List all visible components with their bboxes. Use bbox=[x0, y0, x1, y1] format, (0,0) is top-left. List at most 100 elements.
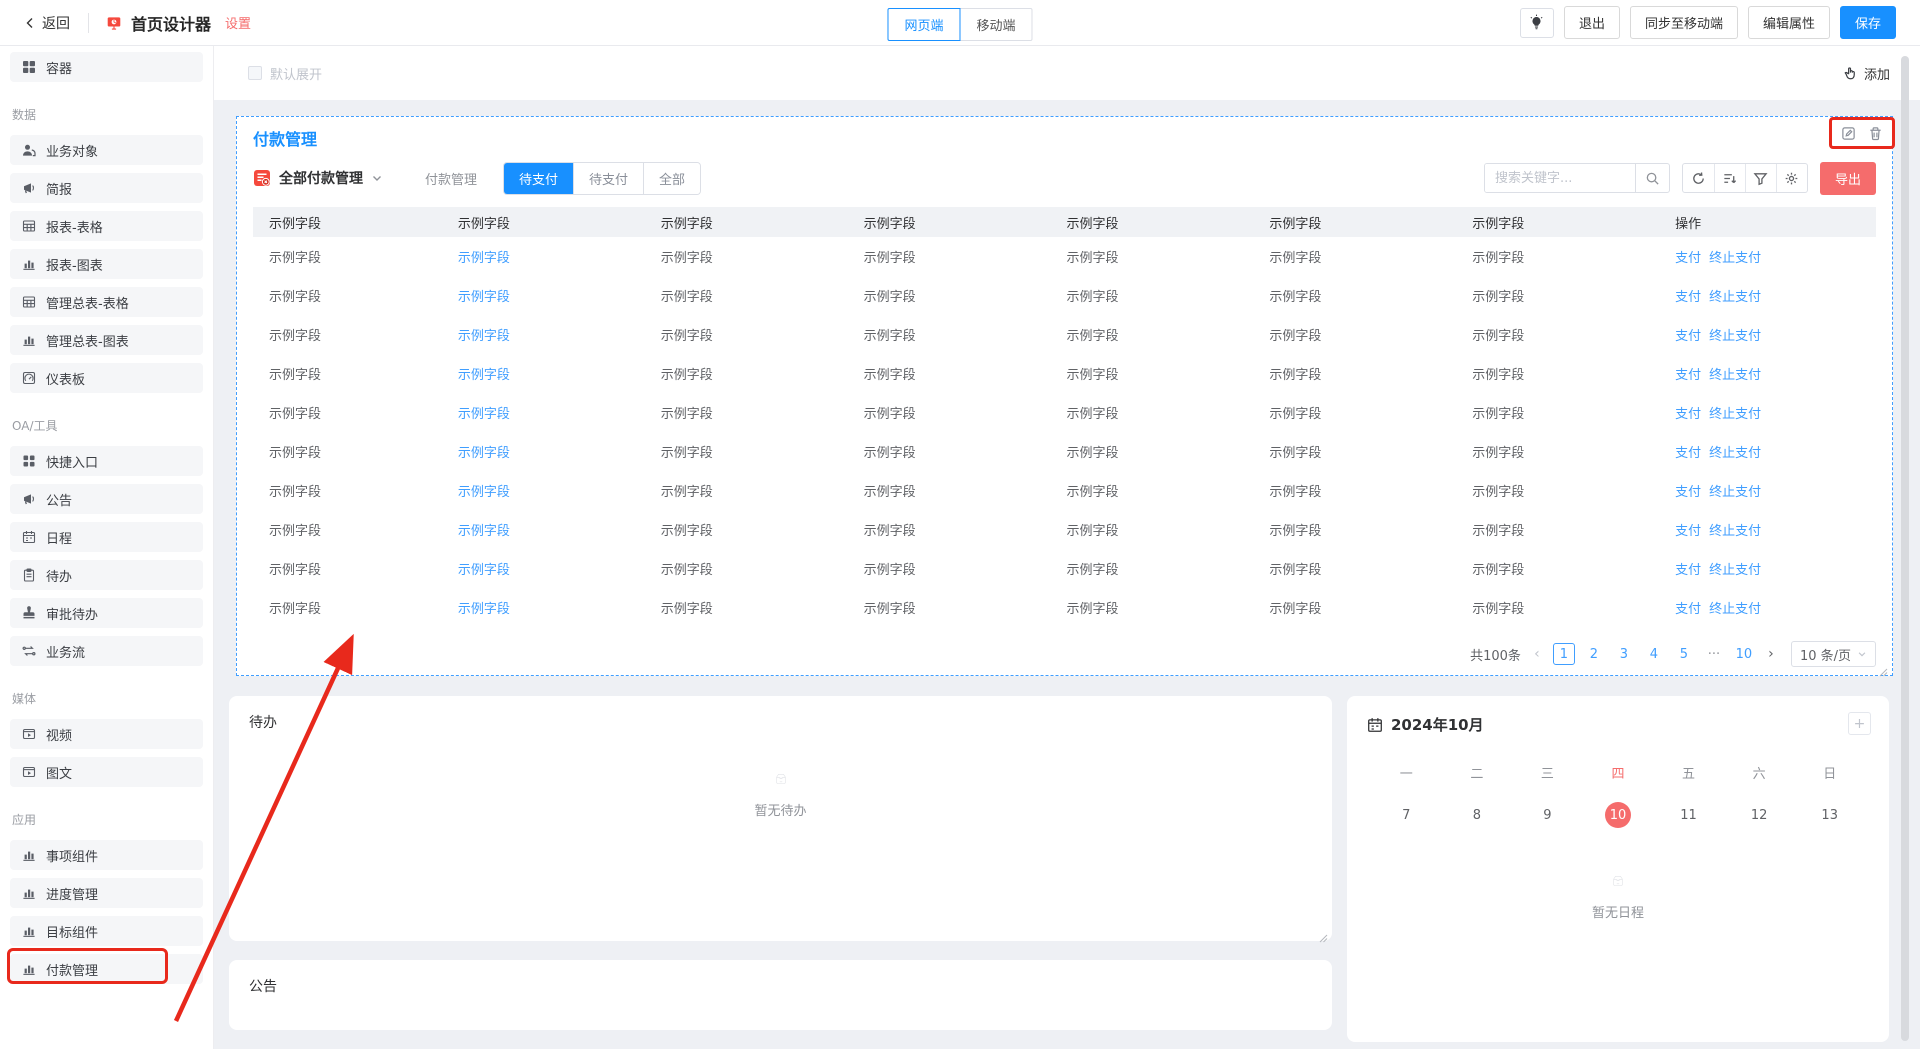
next-page-icon[interactable]: › bbox=[1763, 646, 1779, 662]
edit-properties-button[interactable]: 编辑属性 bbox=[1748, 6, 1830, 39]
sidebar-item-quick-entry[interactable]: 快捷入口 bbox=[10, 446, 203, 476]
filter-tab-2[interactable]: 全部 bbox=[643, 163, 700, 194]
sidebar-item-video[interactable]: 视频 bbox=[10, 719, 203, 749]
table-cell[interactable]: 示例字段 bbox=[456, 403, 659, 422]
sidebar-item-todo[interactable]: 待办 bbox=[10, 560, 203, 590]
settings-link[interactable]: 设置 bbox=[225, 13, 251, 32]
sync-to-mobile-button[interactable]: 同步至移动端 bbox=[1630, 6, 1738, 39]
action-link[interactable]: 终止支付 bbox=[1709, 442, 1761, 461]
prev-page-icon[interactable]: ‹ bbox=[1529, 646, 1545, 662]
sidebar-item-dashboard[interactable]: 仪表板 bbox=[10, 363, 203, 393]
action-link[interactable]: 支付 bbox=[1675, 442, 1701, 461]
add-schedule-button[interactable]: + bbox=[1848, 712, 1871, 735]
action-link[interactable]: 终止支付 bbox=[1709, 403, 1761, 422]
table-cell[interactable]: 示例字段 bbox=[456, 325, 659, 344]
page-1[interactable]: 1 bbox=[1553, 643, 1575, 665]
sidebar-item-announcement[interactable]: 公告 bbox=[10, 484, 203, 514]
sidebar-item-schedule[interactable]: 日程 bbox=[10, 522, 203, 552]
table-cell[interactable]: 示例字段 bbox=[456, 598, 659, 617]
theme-bulb-button[interactable] bbox=[1520, 8, 1554, 38]
sidebar-item-container[interactable]: 容器 bbox=[10, 52, 203, 82]
data-source-select[interactable]: 全部付款管理 bbox=[253, 168, 383, 188]
sidebar-item-summary-chart[interactable]: 管理总表-图表 bbox=[10, 325, 203, 355]
table-cell[interactable]: 示例字段 bbox=[456, 481, 659, 500]
sidebar-item-approval-todo[interactable]: 审批待办 bbox=[10, 598, 203, 628]
sidebar-item-image-text[interactable]: 图文 bbox=[10, 757, 203, 787]
action-link[interactable]: 终止支付 bbox=[1709, 247, 1761, 266]
filter-tab-0[interactable]: 待支付 bbox=[504, 163, 573, 194]
sidebar-item-briefing[interactable]: 简报 bbox=[10, 173, 203, 203]
table-cell: 示例字段 bbox=[1065, 286, 1268, 305]
resize-handle[interactable] bbox=[1319, 928, 1328, 937]
filter-tab-1[interactable]: 待支付 bbox=[573, 163, 643, 194]
todo-empty-text: 暂无待办 bbox=[754, 800, 806, 819]
sort-icon[interactable] bbox=[1714, 164, 1745, 192]
action-link[interactable]: 支付 bbox=[1675, 559, 1701, 578]
sidebar-item-summary-table[interactable]: 管理总表-表格 bbox=[10, 287, 203, 317]
delete-widget-icon[interactable] bbox=[1868, 126, 1883, 141]
action-link[interactable]: 支付 bbox=[1675, 247, 1701, 266]
sidebar-item-business-object[interactable]: 业务对象 bbox=[10, 135, 203, 165]
calendar-widget[interactable]: 2024年10月 + 一二三四五六日 78910111213 暂无日程 bbox=[1347, 696, 1889, 1042]
default-expand-checkbox[interactable]: 默认展开 bbox=[248, 64, 322, 83]
action-link[interactable]: 终止支付 bbox=[1709, 364, 1761, 383]
action-link[interactable]: 支付 bbox=[1675, 325, 1701, 344]
action-link[interactable]: 终止支付 bbox=[1709, 481, 1761, 500]
refresh-icon[interactable] bbox=[1683, 164, 1714, 192]
action-link[interactable]: 终止支付 bbox=[1709, 559, 1761, 578]
sidebar-item-goal-component[interactable]: 目标组件 bbox=[10, 916, 203, 946]
table-cell[interactable]: 示例字段 bbox=[456, 559, 659, 578]
action-link[interactable]: 终止支付 bbox=[1709, 325, 1761, 344]
calendar-date-cell[interactable]: 9 bbox=[1512, 802, 1583, 828]
page-5[interactable]: 5 bbox=[1673, 643, 1695, 665]
page-size-select[interactable]: 10 条/页 bbox=[1791, 641, 1876, 667]
sidebar-item-workflow[interactable]: 业务流 bbox=[10, 636, 203, 666]
calendar-date-cell[interactable]: 13 bbox=[1794, 802, 1865, 828]
tab-mobile[interactable]: 移动端 bbox=[960, 8, 1033, 41]
tab-web[interactable]: 网页端 bbox=[887, 8, 960, 41]
action-link[interactable]: 终止支付 bbox=[1709, 520, 1761, 539]
action-link[interactable]: 支付 bbox=[1675, 364, 1701, 383]
sidebar-item-matter-component[interactable]: 事项组件 bbox=[10, 840, 203, 870]
gear-icon[interactable] bbox=[1776, 164, 1807, 192]
action-link[interactable]: 支付 bbox=[1675, 286, 1701, 305]
edit-widget-icon[interactable] bbox=[1841, 126, 1856, 141]
calendar-date-cell[interactable]: 7 bbox=[1371, 802, 1442, 828]
payment-management-widget[interactable]: 付款管理 全部付款管理 付款管理 待支付待支付全部 bbox=[236, 116, 1893, 676]
table-cell[interactable]: 示例字段 bbox=[456, 247, 659, 266]
action-link[interactable]: 终止支付 bbox=[1709, 286, 1761, 305]
page-2[interactable]: 2 bbox=[1583, 643, 1605, 665]
action-link[interactable]: 支付 bbox=[1675, 403, 1701, 422]
sidebar-item-payment-management[interactable]: 付款管理 bbox=[10, 954, 203, 984]
search-input[interactable] bbox=[1485, 164, 1635, 192]
calendar-date-cell[interactable]: 8 bbox=[1442, 802, 1513, 828]
back-button[interactable]: 返回 bbox=[24, 13, 70, 33]
page-3[interactable]: 3 bbox=[1613, 643, 1635, 665]
todo-widget[interactable]: 待办 暂无待办 bbox=[229, 696, 1332, 941]
filter-icon[interactable] bbox=[1745, 164, 1776, 192]
export-button[interactable]: 导出 bbox=[1820, 162, 1876, 195]
save-button[interactable]: 保存 bbox=[1840, 6, 1896, 39]
search-icon[interactable] bbox=[1635, 164, 1669, 192]
action-link[interactable]: 支付 bbox=[1675, 598, 1701, 617]
notice-widget[interactable]: 公告 bbox=[229, 960, 1332, 1030]
action-link[interactable]: 支付 bbox=[1675, 481, 1701, 500]
table-cell[interactable]: 示例字段 bbox=[456, 442, 659, 461]
vertical-scrollbar[interactable] bbox=[1901, 56, 1909, 1041]
sidebar-item-progress-management[interactable]: 进度管理 bbox=[10, 878, 203, 908]
table-cell[interactable]: 示例字段 bbox=[456, 520, 659, 539]
resize-handle[interactable] bbox=[1879, 662, 1888, 671]
exit-button[interactable]: 退出 bbox=[1564, 6, 1620, 39]
action-link[interactable]: 支付 bbox=[1675, 520, 1701, 539]
add-component-button[interactable]: 添加 bbox=[1843, 64, 1890, 83]
calendar-date-cell[interactable]: 12 bbox=[1724, 802, 1795, 828]
page-10[interactable]: 10 bbox=[1733, 643, 1755, 665]
sidebar-item-report-table[interactable]: 报表-表格 bbox=[10, 211, 203, 241]
action-link[interactable]: 终止支付 bbox=[1709, 598, 1761, 617]
calendar-date-cell[interactable]: 11 bbox=[1653, 802, 1724, 828]
page-4[interactable]: 4 bbox=[1643, 643, 1665, 665]
table-cell[interactable]: 示例字段 bbox=[456, 364, 659, 383]
calendar-date-cell[interactable]: 10 bbox=[1583, 802, 1654, 828]
sidebar-item-report-chart[interactable]: 报表-图表 bbox=[10, 249, 203, 279]
table-cell[interactable]: 示例字段 bbox=[456, 286, 659, 305]
